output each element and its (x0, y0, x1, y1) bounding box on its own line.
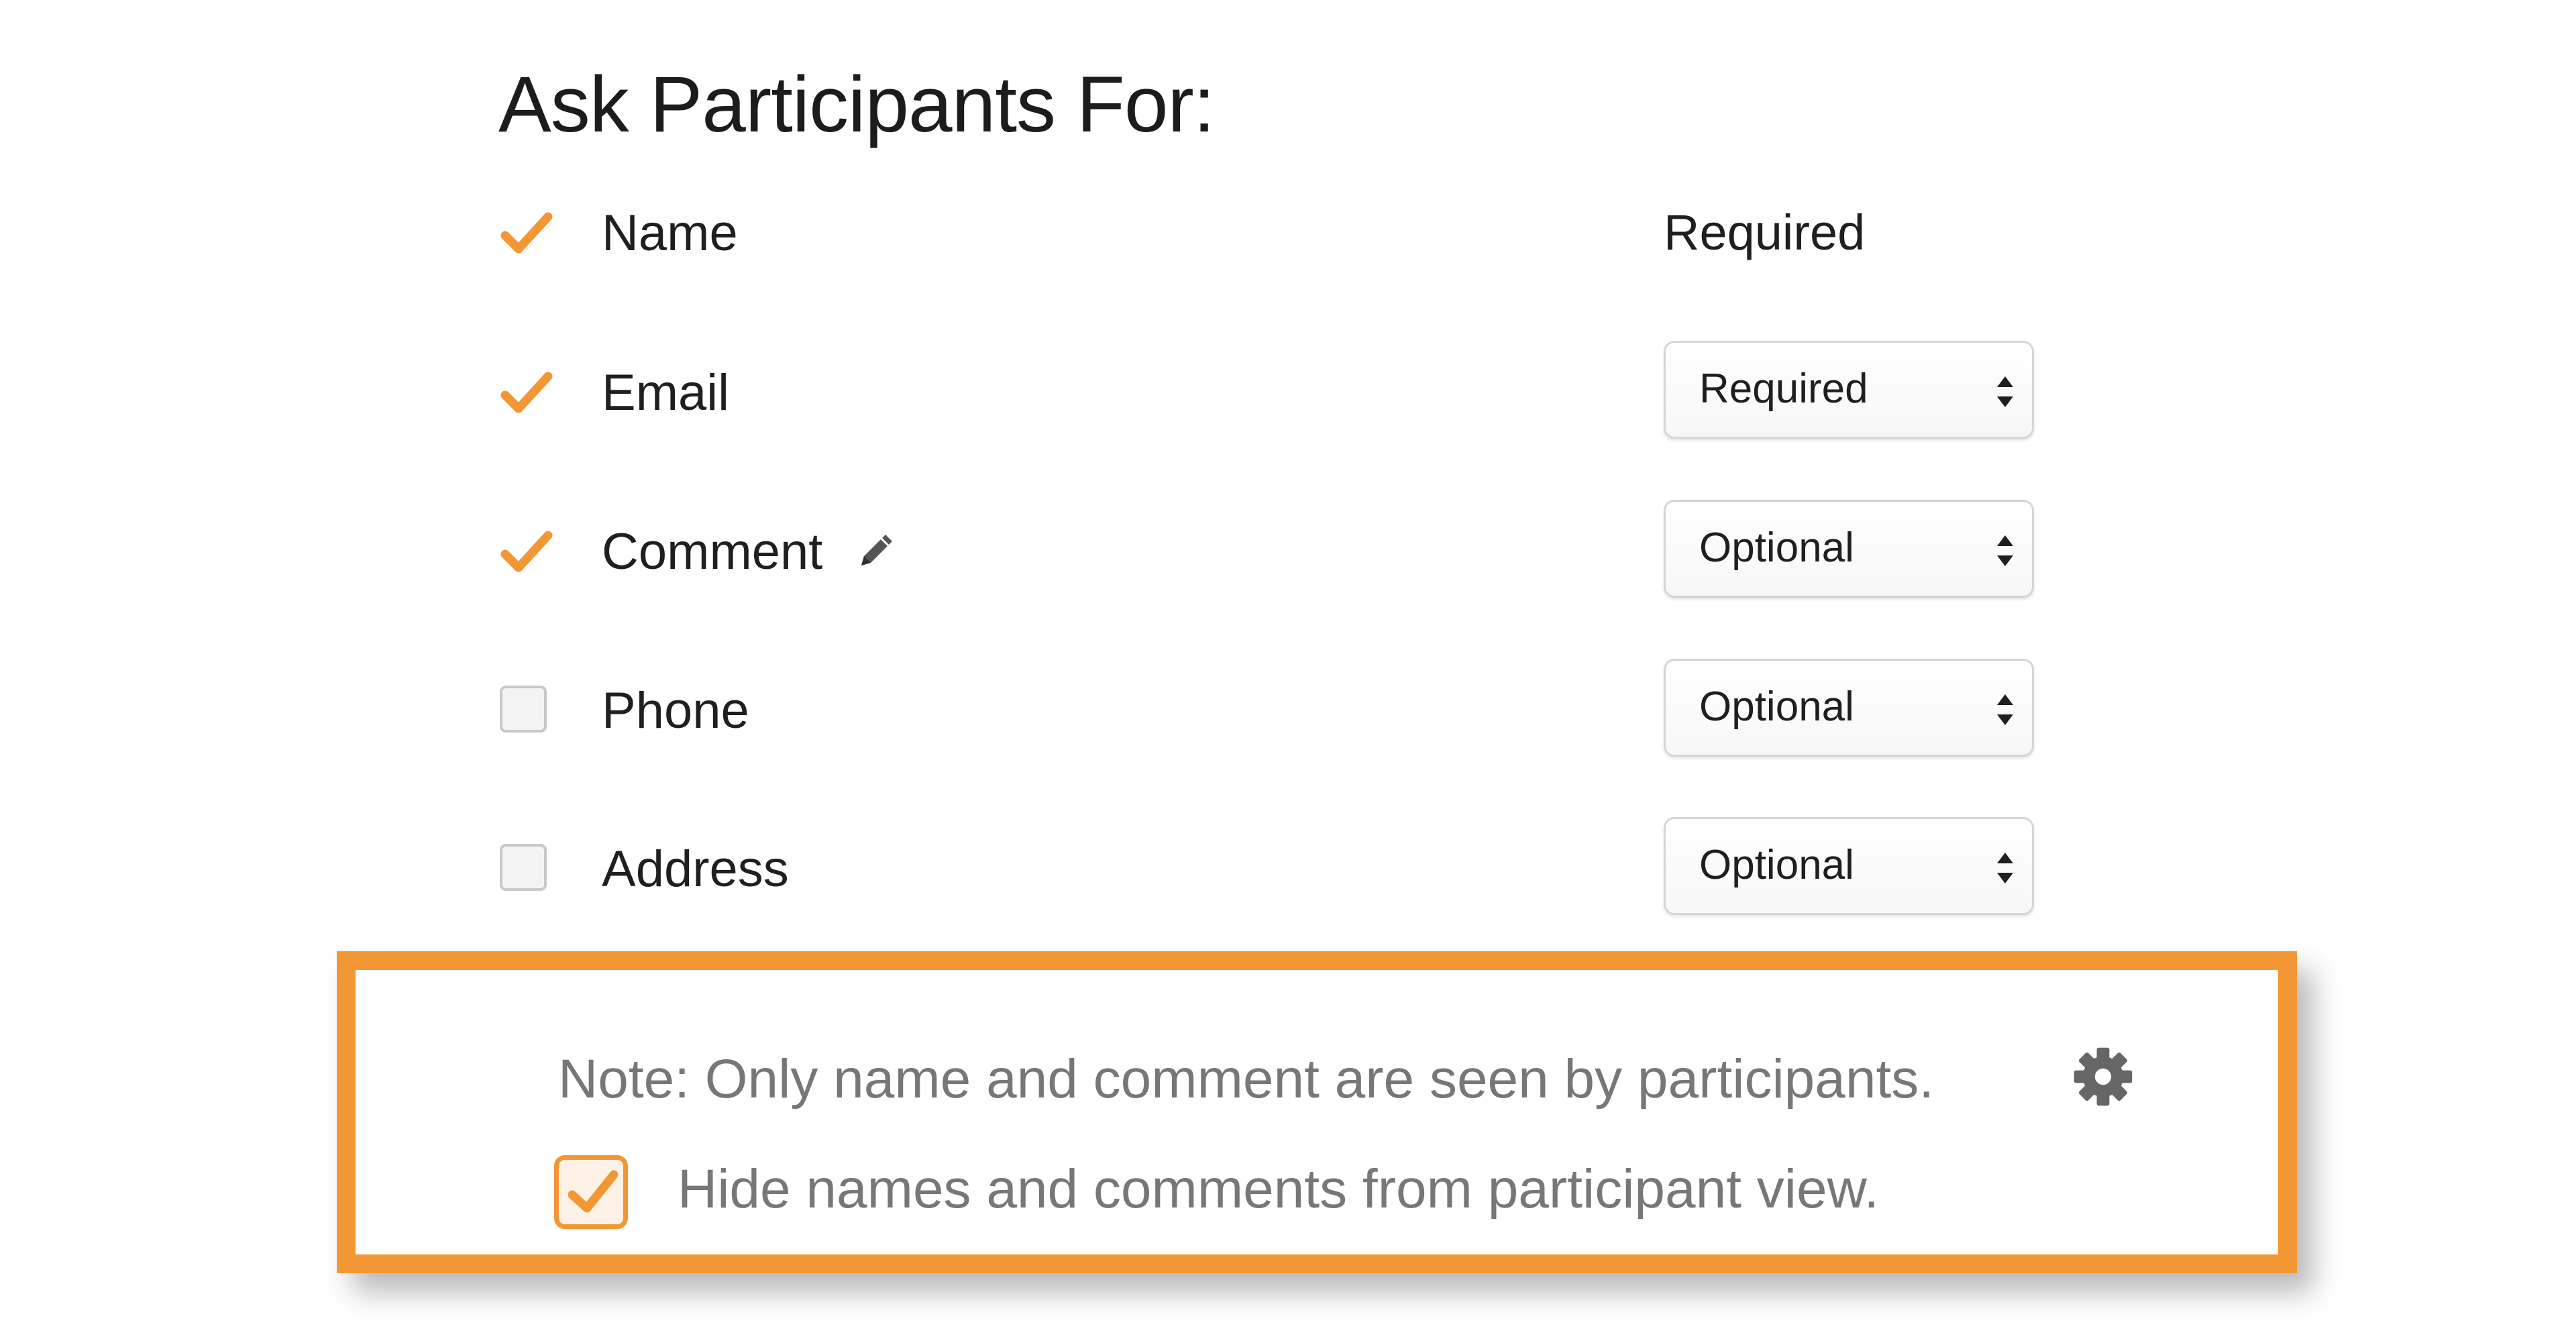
select-arrows-icon (1997, 694, 2013, 725)
requirement-select-email[interactable]: Required (1664, 341, 2034, 439)
select-arrows-icon (1997, 535, 2013, 566)
checkbox-address[interactable] (500, 844, 547, 891)
page-title: Ask Participants For: (498, 60, 1216, 149)
select-value: Optional (1699, 842, 1854, 888)
field-row-comment: Comment Optional (0, 500, 2576, 600)
select-value: Optional (1699, 525, 1854, 571)
field-label-comment: Comment (602, 523, 823, 580)
field-label-name: Name (602, 205, 738, 262)
check-icon[interactable] (500, 371, 553, 415)
field-row-name: Name Required (0, 181, 2576, 282)
select-arrows-icon (1997, 376, 2013, 407)
field-row-address: Address Optional (0, 817, 2576, 918)
pencil-icon[interactable] (852, 528, 899, 575)
field-row-email: Email Required (0, 341, 2576, 441)
hide-names-checkbox[interactable] (554, 1155, 628, 1229)
checkbox-phone[interactable] (500, 686, 547, 733)
requirement-select-phone[interactable]: Optional (1664, 659, 2034, 757)
requirement-select-address[interactable]: Optional (1664, 817, 2034, 915)
requirement-select-comment[interactable]: Optional (1664, 500, 2034, 598)
select-arrows-icon (1997, 853, 2013, 883)
check-icon[interactable] (500, 530, 553, 574)
participant-visibility-note: Note: Only name and comment are seen by … (337, 951, 2297, 1273)
note-text: Note: Only name and comment are seen by … (558, 1049, 1935, 1110)
gear-icon[interactable] (2072, 1045, 2135, 1108)
select-value: Optional (1699, 684, 1854, 730)
requirement-static-name: Required (1664, 205, 1866, 260)
field-label-email: Email (602, 364, 730, 421)
check-icon[interactable] (500, 211, 553, 255)
field-label-phone: Phone (602, 682, 749, 739)
select-value: Required (1699, 366, 1868, 412)
check-icon (568, 1170, 619, 1213)
hide-names-label[interactable]: Hide names and comments from participant… (678, 1162, 1879, 1217)
field-label-address: Address (602, 841, 789, 898)
field-row-phone: Phone Optional (0, 659, 2576, 759)
